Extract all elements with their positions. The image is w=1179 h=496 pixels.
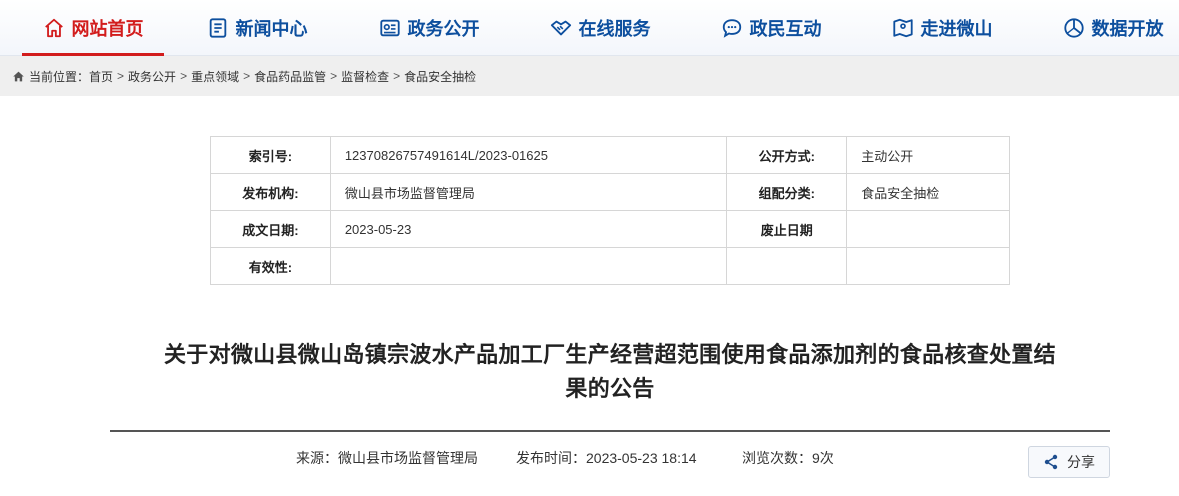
breadcrumb-item-food-drug[interactable]: 食品药品监管 [254,68,326,85]
nav-item-online-service[interactable]: 在线服务 [535,0,665,56]
table-row: 索引号: 12370826757491614L/2023-01625 公开方式:… [210,136,1010,174]
article-views: 浏览次数：9次 [742,450,834,466]
nav-item-label: 数据开放 [1091,19,1164,39]
empty-cell [846,247,1010,285]
top-nav: 网站首页 新闻中心 政务公开 在线服务 政民互动 走进微山 数据开放 [0,0,1179,57]
nav-item-label: 政务公开 [407,19,480,39]
article-info: 来源：微山县市场监督管理局 发布时间：2023-05-23 18:14 浏览次数… [0,448,1179,468]
breadcrumb-item-home[interactable]: 首页 [89,68,113,85]
nav-item-about-weishan[interactable]: 走进微山 [877,0,1007,56]
data-icon [1063,18,1084,38]
nav-item-label: 新闻中心 [235,19,308,39]
home-icon [13,71,24,81]
validity-value [329,247,728,285]
breadcrumb-separator: > [180,69,188,83]
article-source: 来源：微山县市场监督管理局 [296,450,478,466]
table-row: 成文日期: 2023-05-23 废止日期 [210,210,1010,248]
chat-icon [722,19,741,38]
handshake-icon [550,20,571,36]
article-title-line: 关于对微山县微山岛镇宗波水产品加工厂生产经营超范围使用食品添加剂的食品核查处置结 [163,342,1056,367]
nav-item-interaction[interactable]: 政民互动 [706,0,836,56]
article-publish-time: 发布时间：2023-05-23 18:14 [516,450,697,466]
date-label: 成文日期: [210,210,331,248]
category-label: 组配分类: [726,173,848,211]
nav-item-label: 网站首页 [71,19,144,39]
expire-value [846,210,1010,248]
title-divider [110,430,1110,432]
publisher-value: 微山县市场监督管理局 [329,173,728,211]
share-label: 分享 [1067,454,1095,470]
public-mode-value: 主动公开 [846,136,1010,174]
gov-open-icon [379,19,400,37]
home-icon [44,18,63,38]
article-title: 关于对微山县微山岛镇宗波水产品加工厂生产经营超范围使用食品添加剂的食品核查处置结… [95,338,1125,406]
table-row: 发布机构: 微山县市场监督管理局 组配分类: 食品安全抽检 [210,173,1010,211]
nav-item-label: 走进微山 [920,19,993,39]
table-row: 有效性: [210,247,1010,285]
breadcrumb-separator: > [243,69,251,83]
map-icon [892,18,913,38]
share-button[interactable]: 分享 [1028,446,1110,478]
validity-label: 有效性: [210,247,331,285]
breadcrumb-item-inspection[interactable]: 监督检查 [341,68,389,85]
nav-item-gov-open[interactable]: 政务公开 [364,0,494,56]
public-mode-label: 公开方式: [726,136,848,174]
breadcrumb-separator: > [330,69,338,83]
category-value: 食品安全抽检 [846,173,1010,211]
breadcrumb-item-gov-open[interactable]: 政务公开 [128,68,176,85]
breadcrumb-separator: > [117,69,125,83]
news-icon [209,18,226,38]
date-value: 2023-05-23 [329,210,728,248]
article-title-line: 果的公告 [565,376,655,401]
breadcrumb-item-key-areas[interactable]: 重点领域 [191,68,239,85]
index-value: 12370826757491614L/2023-01625 [329,136,728,174]
breadcrumb-prefix: 当前位置： [29,69,90,84]
nav-item-home[interactable]: 网站首页 [22,0,164,57]
nav-item-open-data[interactable]: 数据开放 [1048,0,1178,56]
document-meta-table: 索引号: 12370826757491614L/2023-01625 公开方式:… [210,136,1010,285]
nav-item-news[interactable]: 新闻中心 [192,0,322,56]
expire-label: 废止日期 [726,210,848,248]
breadcrumb: 当前位置： 首页 > 政务公开 > 重点领域 > 食品药品监管 > 监督检查 >… [0,56,1179,96]
share-icon [1044,454,1058,470]
nav-item-label: 政民互动 [749,19,822,39]
publisher-label: 发布机构: [210,173,331,211]
index-label: 索引号: [210,136,331,174]
breadcrumb-separator: > [393,69,401,83]
breadcrumb-item-food-sampling[interactable]: 食品安全抽检 [404,68,476,85]
empty-cell [726,247,848,285]
nav-item-label: 在线服务 [578,19,651,39]
